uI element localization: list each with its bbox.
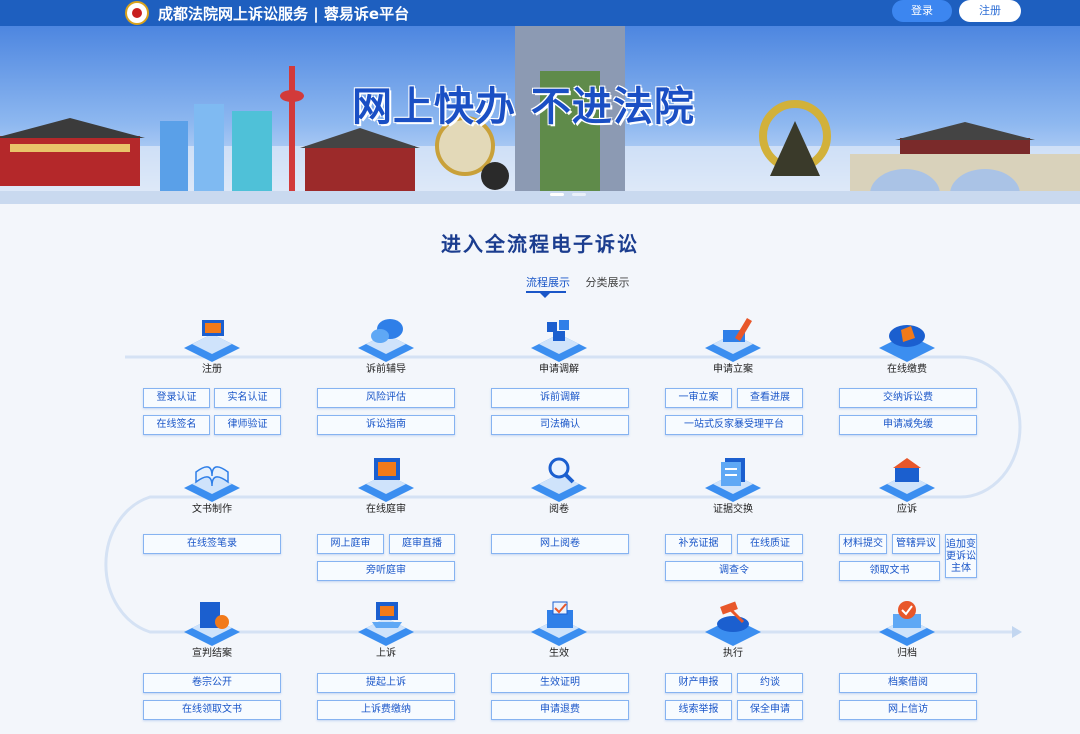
- stage-label: 注册: [202, 364, 222, 375]
- stage-document-drafting[interactable]: 文书制作: [167, 456, 257, 515]
- litigation-guide-button[interactable]: 诉讼指南: [317, 415, 455, 435]
- effectiveness-certificate-button[interactable]: 生效证明: [491, 673, 629, 693]
- stage-appeal[interactable]: 上诉: [341, 600, 431, 659]
- appeal-fee-payment-button[interactable]: 上诉费缴纳: [317, 700, 455, 720]
- online-signature-button[interactable]: 在线签名: [143, 415, 210, 435]
- top-bar: 成都法院网上诉讼服务 | 蓉易诉e平台 登录 注册: [0, 0, 1080, 26]
- document-stack-icon: [703, 456, 763, 502]
- submit-materials-button[interactable]: 材料提交: [839, 534, 887, 554]
- login-button[interactable]: 登录: [892, 0, 952, 22]
- stage-label: 申请调解: [539, 364, 579, 375]
- carousel-indicators[interactable]: [528, 193, 598, 197]
- stage-case-file-review[interactable]: 阅卷: [514, 456, 604, 515]
- carousel-dot[interactable]: [572, 193, 586, 196]
- online-receive-documents-button[interactable]: 在线领取文书: [143, 700, 281, 720]
- stage-label: 宣判结案: [192, 648, 232, 659]
- investigation-order-button[interactable]: 调查令: [665, 561, 803, 581]
- register-button[interactable]: 注册: [959, 0, 1021, 22]
- stage-label: 文书制作: [192, 504, 232, 515]
- stage-archive[interactable]: 归档: [862, 600, 952, 659]
- pre-litigation-mediation-button[interactable]: 诉前调解: [491, 388, 629, 408]
- stage-label: 应诉: [897, 504, 917, 515]
- apply-refund-button[interactable]: 申请退费: [491, 700, 629, 720]
- receive-documents-button[interactable]: 领取文书: [839, 561, 940, 581]
- stage-label: 在线庭审: [366, 504, 406, 515]
- building-icon: [877, 456, 937, 502]
- ballot-box-icon: [529, 600, 589, 646]
- magnifier-icon: [529, 456, 589, 502]
- archive-borrowing-button[interactable]: 档案借阅: [839, 673, 977, 693]
- stage-apply-filing[interactable]: 申请立案: [688, 316, 778, 375]
- login-auth-button[interactable]: 登录认证: [143, 388, 210, 408]
- pen-icon: [703, 316, 763, 362]
- hearing-live-stream-button[interactable]: 庭审直播: [389, 534, 455, 554]
- view-tabs: 流程展示 分类展示: [526, 274, 642, 290]
- payment-icon: [877, 316, 937, 362]
- case-file-disclosure-button[interactable]: 卷宗公开: [143, 673, 281, 693]
- banner-slogan: 网上快办 不进法院: [352, 84, 695, 130]
- stage-evidence-exchange[interactable]: 证据交换: [688, 456, 778, 515]
- hero-banner: 网上快办 不进法院: [0, 26, 1080, 204]
- stage-apply-mediation[interactable]: 申请调解: [514, 316, 604, 375]
- jurisdiction-objection-button[interactable]: 管辖异议: [892, 534, 940, 554]
- fee-reduction-button[interactable]: 申请减免缓: [839, 415, 977, 435]
- stage-label: 阅卷: [549, 504, 569, 515]
- active-tab-caret: [540, 293, 550, 298]
- gavel-icon: [703, 600, 763, 646]
- tab-process-view[interactable]: 流程展示: [526, 274, 570, 290]
- stage-label: 归档: [897, 648, 917, 659]
- carousel-dot-active[interactable]: [550, 193, 564, 196]
- add-change-party-button[interactable]: 追加变更诉讼主体: [945, 534, 977, 578]
- book-icon: [182, 456, 242, 502]
- pay-litigation-fee-button[interactable]: 交纳诉讼费: [839, 388, 977, 408]
- anti-domestic-violence-platform-button[interactable]: 一站式反家暴受理平台: [665, 415, 803, 435]
- section-title: 进入全流程电子诉讼: [441, 232, 639, 256]
- stage-label: 申请立案: [713, 364, 753, 375]
- real-name-auth-button[interactable]: 实名认证: [214, 388, 281, 408]
- stage-take-effect[interactable]: 生效: [514, 600, 604, 659]
- lawyer-verification-button[interactable]: 律师验证: [214, 415, 281, 435]
- judicial-confirmation-button[interactable]: 司法确认: [491, 415, 629, 435]
- site-title: 成都法院网上诉讼服务 | 蓉易诉e平台: [158, 5, 410, 23]
- interview-button[interactable]: 约谈: [737, 673, 803, 693]
- online-hearing-button[interactable]: 网上庭审: [317, 534, 384, 554]
- risk-assessment-button[interactable]: 风险评估: [317, 388, 455, 408]
- stage-online-payment[interactable]: 在线缴费: [862, 316, 952, 375]
- report-leads-button[interactable]: 线索举报: [665, 700, 732, 720]
- computer-icon: [182, 316, 242, 362]
- court-emblem-logo: [125, 1, 149, 25]
- stage-label: 生效: [549, 648, 569, 659]
- stage-pre-litigation-guidance[interactable]: 诉前辅导: [341, 316, 431, 375]
- online-petition-button[interactable]: 网上信访: [839, 700, 977, 720]
- stage-label: 在线缴费: [887, 364, 927, 375]
- stage-online-hearing[interactable]: 在线庭审: [341, 456, 431, 515]
- stage-label: 证据交换: [713, 504, 753, 515]
- property-declaration-button[interactable]: 财产申报: [665, 673, 732, 693]
- folder-check-icon: [182, 600, 242, 646]
- stage-respond-to-suit[interactable]: 应诉: [862, 456, 952, 515]
- first-instance-filing-button[interactable]: 一审立案: [665, 388, 732, 408]
- preservation-application-button[interactable]: 保全申请: [737, 700, 803, 720]
- supplement-evidence-button[interactable]: 补充证据: [665, 534, 732, 554]
- chat-bubble-icon: [356, 316, 416, 362]
- stage-execution[interactable]: 执行: [688, 600, 778, 659]
- online-cross-examination-button[interactable]: 在线质证: [737, 534, 803, 554]
- stage-label: 上诉: [376, 648, 396, 659]
- laptop-icon: [356, 600, 416, 646]
- puzzle-icon: [529, 316, 589, 362]
- view-progress-button[interactable]: 查看进展: [737, 388, 803, 408]
- stage-verdict-closure[interactable]: 宣判结案: [167, 600, 257, 659]
- observe-hearing-button[interactable]: 旁听庭审: [317, 561, 455, 581]
- stage-label: 诉前辅导: [366, 364, 406, 375]
- online-sign-record-button[interactable]: 在线签笔录: [143, 534, 281, 554]
- online-case-review-button[interactable]: 网上阅卷: [491, 534, 629, 554]
- file-appeal-button[interactable]: 提起上诉: [317, 673, 455, 693]
- court-screen-icon: [356, 456, 416, 502]
- tab-category-view[interactable]: 分类展示: [586, 274, 630, 290]
- stage-register[interactable]: 注册: [167, 316, 257, 375]
- stage-label: 执行: [723, 648, 743, 659]
- archive-check-icon: [877, 600, 937, 646]
